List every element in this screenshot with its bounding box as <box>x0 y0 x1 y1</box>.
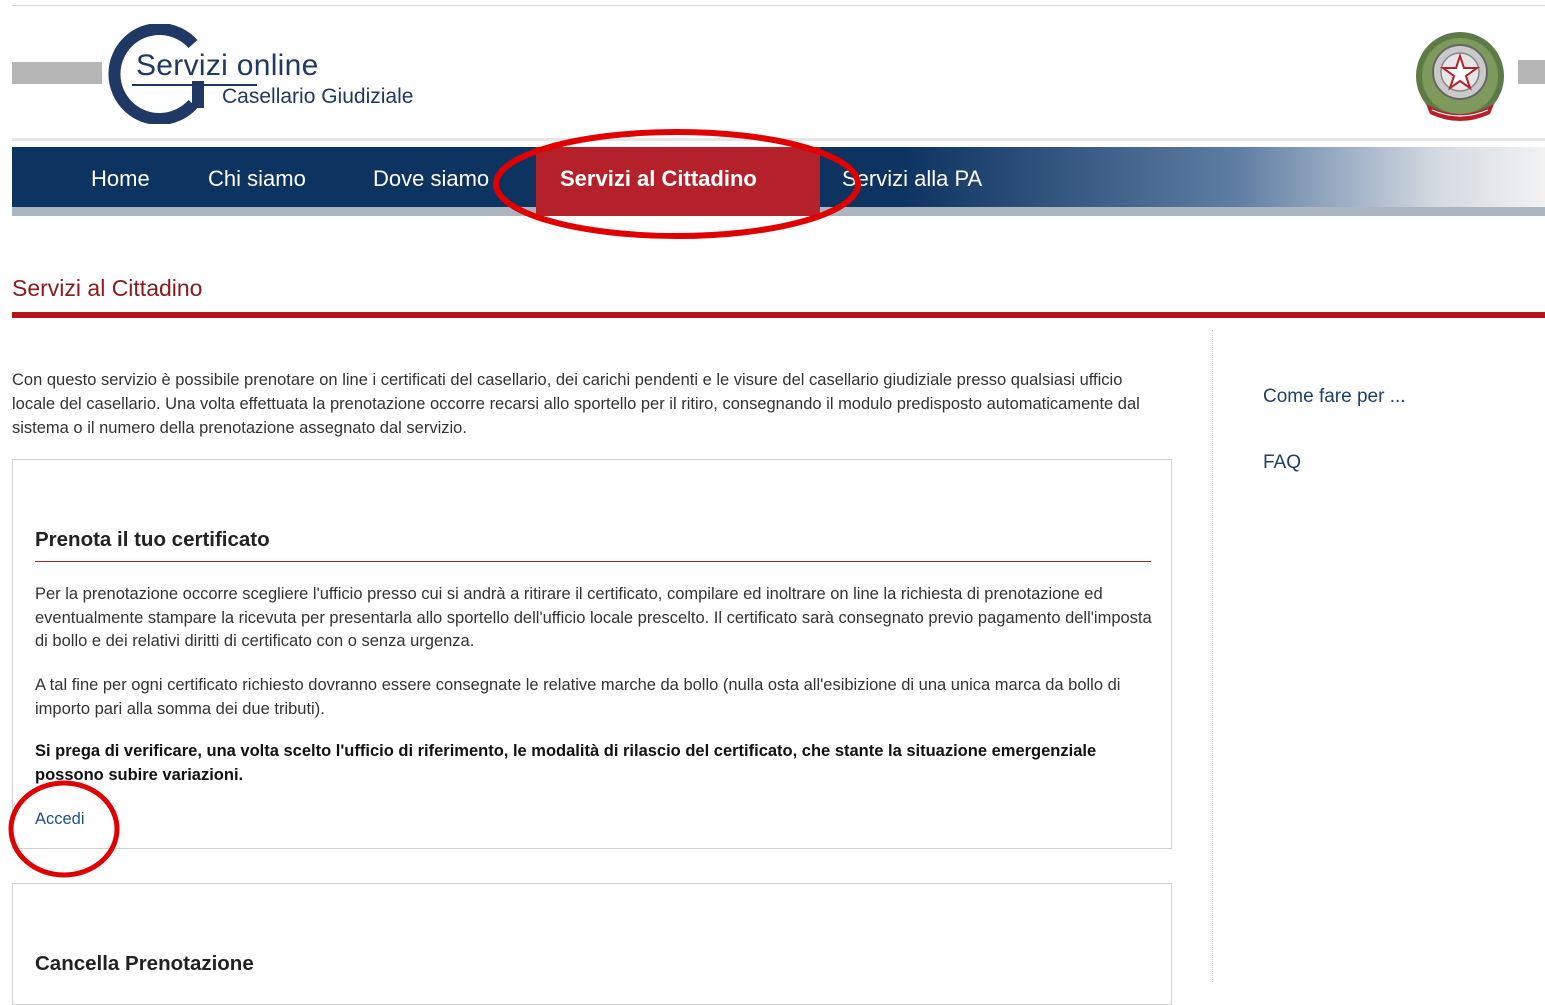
nav-item-dove-siamo[interactable]: Dove siamo <box>373 147 489 207</box>
repubblica-emblem-icon <box>1416 32 1504 121</box>
page-title: Servizi al Cittadino <box>12 275 203 301</box>
site-header: Servizi online Casellario Giudiziale <box>0 0 1545 141</box>
nav-item-servizi-al-cittadino[interactable]: Servizi al Cittadino <box>560 147 757 207</box>
intro-text: Con questo servizio è possibile prenotar… <box>12 371 1140 437</box>
nav-item-servizi-alla-pa[interactable]: Servizi alla PA <box>842 147 982 207</box>
logo-subtitle: Casellario Giudiziale <box>222 85 414 108</box>
logo-title[interactable]: Servizi online <box>136 48 319 84</box>
panel-cancella-prenotazione: Cancella Prenotazione <box>12 883 1172 1005</box>
header-bar-left <box>12 62 102 84</box>
page-title-underline <box>12 312 1545 318</box>
sidebar-link-faq[interactable]: FAQ <box>1263 451 1301 475</box>
panel-title-underline <box>35 561 1151 562</box>
nav-item-home[interactable]: Home <box>91 147 150 207</box>
panel-title-prenota: Prenota il tuo certificato <box>35 528 270 551</box>
sidebar-separator <box>1212 330 1213 982</box>
nav-item-chi-siamo[interactable]: Chi siamo <box>208 147 306 207</box>
header-divider <box>12 138 1545 141</box>
panel-title-cancella: Cancella Prenotazione <box>35 952 254 975</box>
panel-paragraph-1: Per la prenotazione occorre scegliere l'… <box>35 585 1152 650</box>
sidebar-link-come-fare[interactable]: Come fare per ... <box>1263 385 1406 409</box>
panel-notice: Si prega di verificare, una volta scelto… <box>35 742 1097 784</box>
panel-paragraph-2: A tal fine per ogni certificato richiest… <box>35 676 1121 718</box>
accedi-link[interactable]: Accedi <box>35 808 85 830</box>
panel-prenota-certificato: Prenota il tuo certificato Per la prenot… <box>12 459 1172 849</box>
header-bar-right <box>1518 60 1545 84</box>
